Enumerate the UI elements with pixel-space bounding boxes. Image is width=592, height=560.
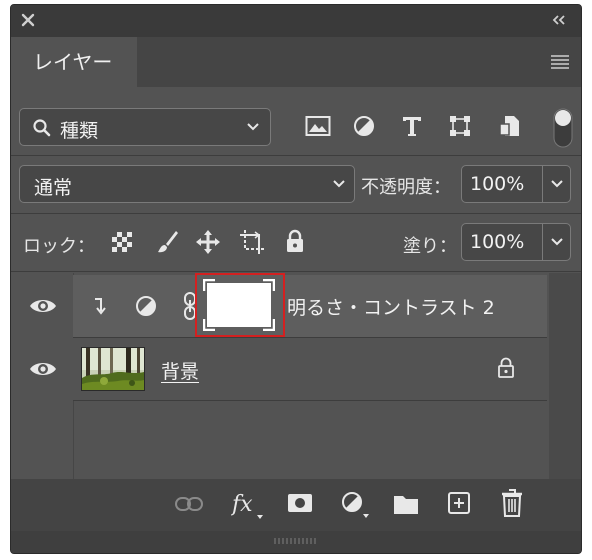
blend-mode-value: 通常 xyxy=(34,177,73,199)
opacity-field[interactable]: 100% xyxy=(461,165,571,203)
layer-locked-icon[interactable] xyxy=(497,357,515,379)
link-layers-icon[interactable] xyxy=(175,496,203,512)
layer-thumbnail-forest-image[interactable] xyxy=(81,347,145,391)
layer-style-fx-icon[interactable]: fx xyxy=(231,489,265,521)
close-icon[interactable] xyxy=(21,13,35,27)
new-group-folder-icon[interactable] xyxy=(393,493,419,515)
add-mask-icon[interactable] xyxy=(287,493,313,513)
tab-layers[interactable]: レイヤー xyxy=(11,37,137,87)
filter-toggle-switch[interactable] xyxy=(553,108,573,148)
divider xyxy=(11,271,581,272)
layers-panel: レイヤー 種類 通常 不透明度： 100% ロック： 塗り： 100% 明るさ・… xyxy=(10,4,582,554)
panel-menu-icon[interactable] xyxy=(551,55,569,69)
filter-smart-object-icon[interactable] xyxy=(499,115,521,137)
resize-grip[interactable] xyxy=(11,531,581,553)
divider xyxy=(11,213,581,214)
bottom-toolbar: fx xyxy=(11,479,581,531)
opacity-value: 100% xyxy=(470,173,525,195)
divider xyxy=(11,155,581,156)
eye-visibility-icon[interactable] xyxy=(29,360,57,378)
collapse-icon[interactable] xyxy=(551,14,567,26)
opacity-label: 不透明度： xyxy=(361,177,451,198)
lock-transparent-pixels-icon[interactable] xyxy=(111,231,133,253)
tab-row: レイヤー xyxy=(11,37,581,87)
search-icon xyxy=(32,118,52,138)
filter-kind-dropdown[interactable]: 種類 xyxy=(19,108,271,146)
new-layer-icon[interactable] xyxy=(447,491,471,515)
fill-label: 塗り： xyxy=(403,236,457,257)
clipping-mask-arrow-icon xyxy=(91,297,107,315)
adjustment-layer-icon xyxy=(135,295,157,317)
divider xyxy=(73,400,547,401)
fill-field[interactable]: 100% xyxy=(461,223,571,261)
chevron-down-icon xyxy=(332,179,346,189)
lock-artboard-icon[interactable] xyxy=(239,229,265,255)
chevron-down-icon[interactable] xyxy=(550,237,564,247)
filter-adjustment-icon[interactable] xyxy=(353,115,375,137)
lock-image-pixels-brush-icon[interactable] xyxy=(155,229,179,255)
filter-kind-label: 種類 xyxy=(60,120,99,142)
layer-list-scrollbar[interactable] xyxy=(549,273,581,479)
filter-type-icon[interactable] xyxy=(401,115,423,137)
lock-label: ロック： xyxy=(23,236,95,257)
filter-pixel-icon[interactable] xyxy=(305,115,331,137)
filter-shape-icon[interactable] xyxy=(449,115,471,137)
layer-name[interactable]: 背景 xyxy=(161,357,199,384)
layer-name[interactable]: 明るさ・コントラスト 2 xyxy=(287,293,495,320)
fill-value: 100% xyxy=(470,231,525,253)
layer-mask-thumbnail[interactable] xyxy=(195,273,285,337)
blend-mode-dropdown[interactable]: 通常 xyxy=(19,165,355,203)
delete-layer-trash-icon[interactable] xyxy=(501,489,523,517)
lock-position-move-icon[interactable] xyxy=(195,229,221,255)
chevron-down-icon[interactable] xyxy=(550,179,564,189)
svg-text:fx: fx xyxy=(231,492,253,517)
chevron-down-icon xyxy=(246,122,260,132)
panel-title-bar xyxy=(11,5,581,37)
new-adjustment-layer-icon[interactable] xyxy=(341,491,371,519)
lock-all-icon[interactable] xyxy=(285,229,305,253)
eye-visibility-icon[interactable] xyxy=(29,297,57,315)
